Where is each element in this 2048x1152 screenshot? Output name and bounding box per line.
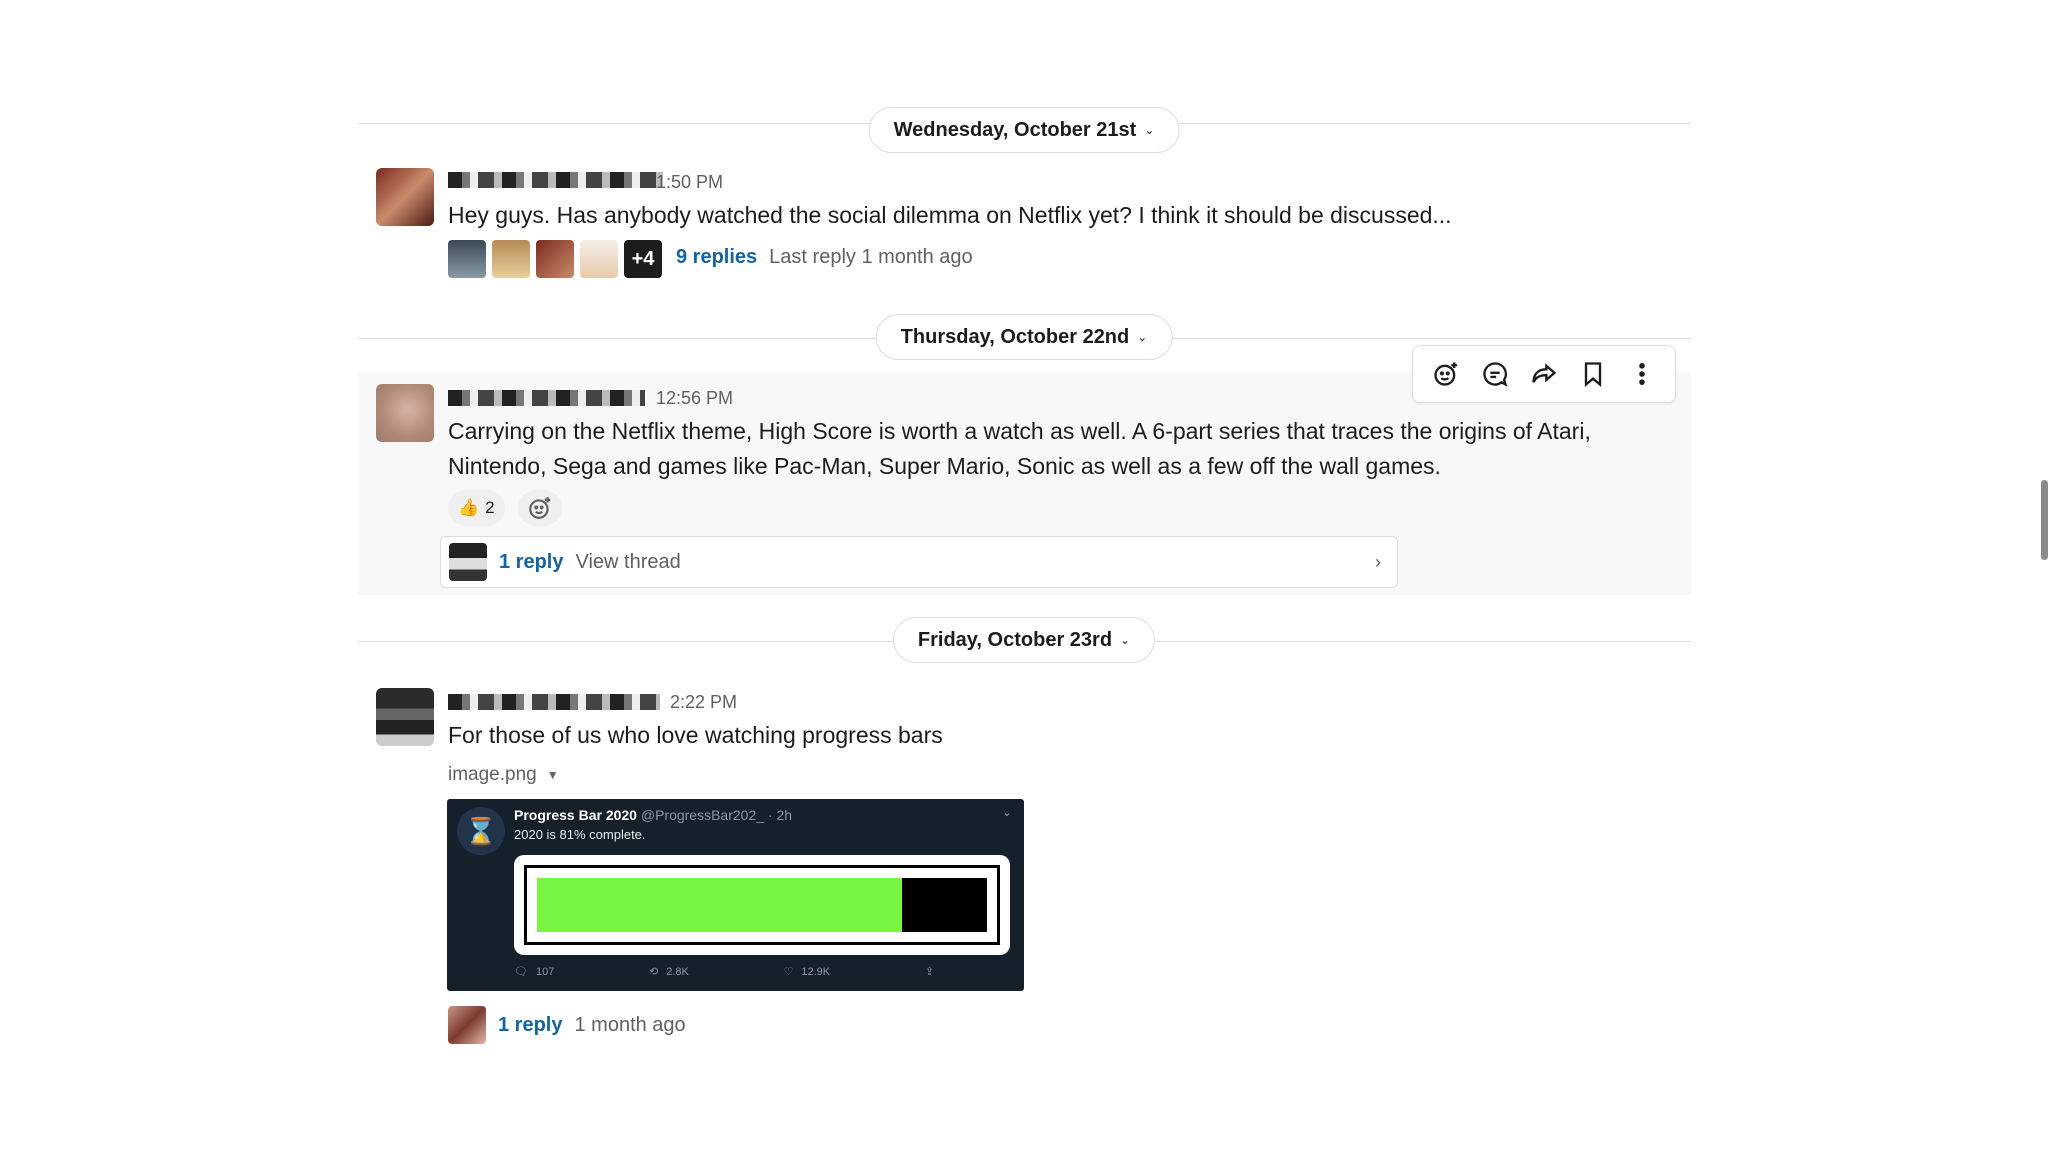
thumbs-up-emoji: 👍 bbox=[458, 498, 480, 517]
reply-in-thread-action[interactable] bbox=[1477, 356, 1513, 392]
tweet-actions: 🗨 107 ⟲ 2.8K ♡ 12.9K ⇪ bbox=[514, 965, 934, 979]
hourglass-icon: ⌛ bbox=[464, 815, 498, 846]
tweet-replies: 🗨 107 bbox=[514, 965, 555, 979]
more-actions-icon bbox=[1639, 363, 1646, 385]
avatar bbox=[536, 240, 574, 278]
avatar bbox=[448, 240, 486, 278]
add-reaction-button[interactable] bbox=[518, 490, 562, 526]
bookmark-icon bbox=[1584, 362, 1602, 387]
avatar bbox=[448, 1006, 486, 1044]
avatar[interactable] bbox=[376, 384, 434, 442]
sender-name-redacted[interactable] bbox=[448, 694, 660, 710]
avatar[interactable] bbox=[376, 688, 434, 746]
share-action[interactable] bbox=[1526, 356, 1562, 392]
reaction-count: 2 bbox=[485, 498, 495, 517]
retweet-icon: ⟲ bbox=[648, 966, 659, 978]
add-reaction-action[interactable] bbox=[1428, 356, 1464, 392]
date-pill-wednesday[interactable]: Wednesday, October 21st ⌄ bbox=[868, 107, 1180, 153]
thread-participants[interactable]: +4 bbox=[448, 240, 662, 278]
last-reply-text: 1 month ago bbox=[574, 1013, 686, 1036]
progress-bar-border bbox=[524, 865, 1000, 945]
message-text: Hey guys. Has anybody watched the social… bbox=[448, 202, 1452, 228]
progress-bar-fill bbox=[537, 878, 902, 932]
date-pill-thursday[interactable]: Thursday, October 22nd ⌄ bbox=[875, 314, 1173, 360]
chevron-down-icon: ⌄ bbox=[1144, 123, 1155, 137]
date-label: Wednesday, October 21st bbox=[893, 118, 1137, 141]
date-label: Friday, October 23rd bbox=[917, 628, 1113, 651]
tweet-share: ⇪ bbox=[925, 965, 934, 978]
file-name-toggle[interactable]: image.png ▼ bbox=[448, 764, 559, 786]
heart-icon: ♡ bbox=[783, 966, 794, 978]
message-feed: Wednesday, October 21st ⌄ 1:50 PM Hey gu… bbox=[358, 0, 2048, 1152]
replies-link[interactable]: 1 reply bbox=[499, 551, 563, 574]
last-reply-text: Last reply 1 month ago bbox=[769, 246, 973, 268]
message-timestamp[interactable]: 2:22 PM bbox=[670, 692, 737, 713]
chevron-down-icon: ⌄ bbox=[1120, 633, 1131, 647]
message-text-line: Carrying on the Netflix theme, High Scor… bbox=[448, 418, 1591, 444]
date-pill-friday[interactable]: Friday, October 23rd ⌄ bbox=[892, 617, 1156, 663]
message-timestamp[interactable]: 12:56 PM bbox=[656, 388, 733, 409]
chevron-down-icon: ⌄ bbox=[1137, 330, 1148, 344]
replies-link[interactable]: 9 replies bbox=[676, 246, 757, 269]
more-participants-badge: +4 bbox=[624, 240, 662, 278]
thread-bar[interactable]: 1 reply View thread › bbox=[440, 536, 1398, 588]
avatar bbox=[449, 543, 487, 581]
more-actions[interactable] bbox=[1624, 356, 1660, 392]
view-thread-link[interactable]: View thread bbox=[575, 551, 680, 574]
replies-link[interactable]: 1 reply bbox=[498, 1014, 562, 1037]
tweet-text: 2020 is 81% complete. bbox=[514, 827, 646, 842]
message-text: Carrying on the Netflix theme, High Scor… bbox=[448, 414, 1591, 484]
chevron-right-icon: › bbox=[1375, 551, 1381, 572]
date-label: Thursday, October 22nd bbox=[900, 325, 1130, 348]
bookmark-action[interactable] bbox=[1575, 356, 1611, 392]
tweet-likes: ♡ 12.9K bbox=[783, 965, 831, 979]
message-1[interactable]: 1:50 PM Hey guys. Has anybody watched th… bbox=[358, 160, 1691, 290]
scrollbar-thumb[interactable] bbox=[2041, 480, 2048, 560]
retweet-count: 2.8K bbox=[666, 965, 689, 978]
reaction-thumbs-up[interactable]: 👍 2 bbox=[448, 490, 505, 526]
thread-summary[interactable]: 9 replies Last reply 1 month ago bbox=[676, 246, 973, 269]
comment-icon: 🗨 bbox=[514, 966, 528, 978]
upload-icon: ⇪ bbox=[924, 966, 934, 978]
attached-image[interactable]: ⌛ Progress Bar 2020 @ProgressBar202_ · 2… bbox=[447, 799, 1024, 991]
like-count: 12.9K bbox=[801, 965, 831, 978]
avatar bbox=[492, 240, 530, 278]
progress-bar-frame bbox=[514, 855, 1010, 955]
avatar bbox=[580, 240, 618, 278]
message-timestamp[interactable]: 1:50 PM bbox=[656, 172, 723, 193]
add-reaction-icon bbox=[1433, 362, 1457, 386]
file-name: image.png bbox=[448, 764, 537, 785]
tweet-header: Progress Bar 2020 @ProgressBar202_ · 2h bbox=[514, 807, 792, 823]
message-actions-toolbar bbox=[1412, 345, 1676, 403]
reply-count: 107 bbox=[535, 965, 555, 978]
tweet-author: Progress Bar 2020 bbox=[514, 807, 637, 823]
message-text: For those of us who love watching progre… bbox=[448, 722, 943, 748]
tweet-retweets: ⟲ 2.8K bbox=[648, 965, 689, 979]
thread-summary[interactable]: 1 reply 1 month ago bbox=[448, 1006, 686, 1044]
add-reaction-icon bbox=[529, 497, 551, 519]
tweet-avatar: ⌛ bbox=[457, 807, 505, 855]
caret-down-icon: ▼ bbox=[546, 768, 559, 782]
sender-name-redacted[interactable] bbox=[448, 172, 663, 188]
share-icon bbox=[1532, 363, 1557, 383]
reply-in-thread-icon bbox=[1483, 362, 1508, 387]
tweet-handle: @ProgressBar202_ · 2h bbox=[640, 807, 793, 823]
message-text-line: Nintendo, Sega and games like Pac-Man, S… bbox=[448, 453, 1441, 479]
sender-name-redacted[interactable] bbox=[448, 390, 645, 406]
tweet-menu-icon: ⌄ bbox=[1001, 805, 1012, 819]
progress-bar-track bbox=[537, 878, 987, 932]
avatar[interactable] bbox=[376, 168, 434, 226]
